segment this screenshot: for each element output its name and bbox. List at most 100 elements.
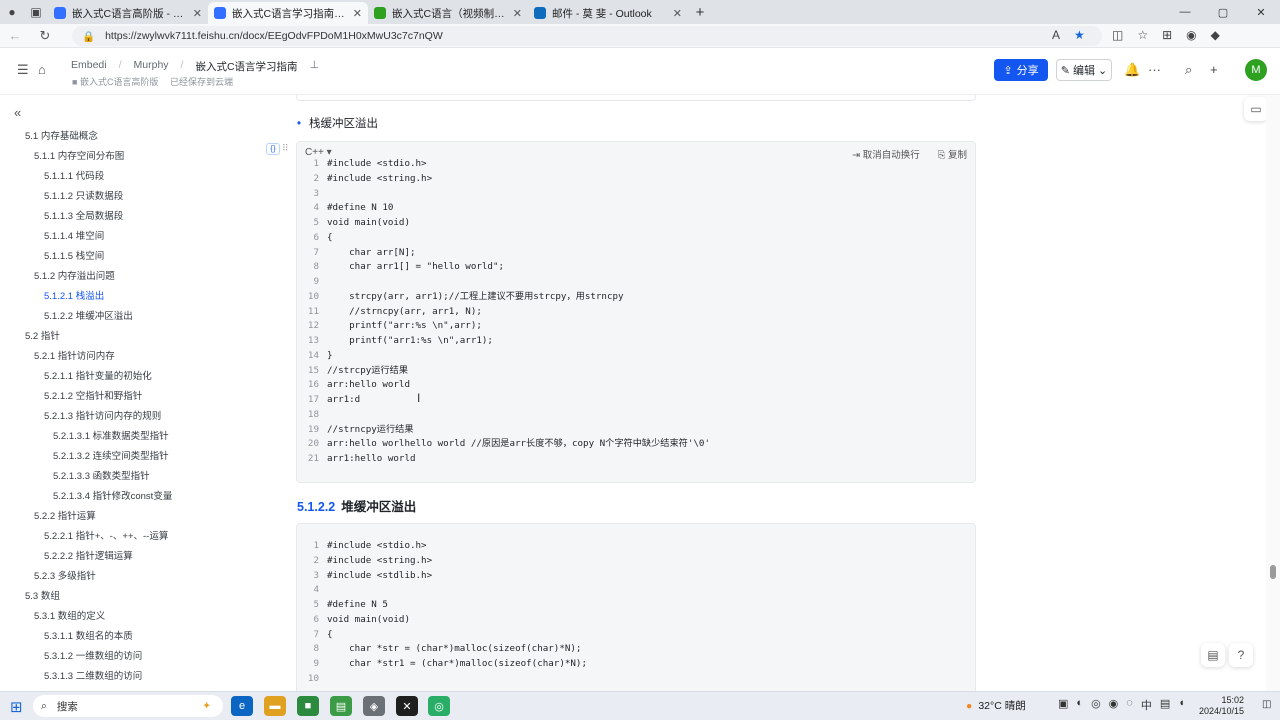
collapse-sidebar-icon[interactable]: « — [14, 105, 21, 120]
share-button[interactable]: ⇪ 分享 — [994, 59, 1048, 81]
code-block[interactable]: C++ ▾ ⇥ 取消自动换行 ⎘ 复制 1 #include <stdio.h> 2… — [296, 141, 976, 483]
extensions-icon[interactable]: ◉ — [1186, 28, 1196, 42]
wechat-icon[interactable]: ◎ — [428, 696, 450, 716]
toc-item[interactable]: 5.3.1.3 二维数组的访问 — [0, 667, 260, 687]
browser-tab[interactable]: 嵌入式C语言（视频制作） - 飞书 ✕ — [368, 2, 528, 24]
close-tab-icon[interactable]: ✕ — [353, 7, 362, 20]
notification-center-icon[interactable]: ◫ — [1262, 699, 1271, 710]
tray-icon[interactable]: ◐ — [1076, 697, 1083, 713]
code-block[interactable]: 1 #include <stdio.h> 2 #include <string.h> 3… — [296, 523, 976, 691]
toc-item[interactable]: 5.2.2 指针运算 — [0, 507, 260, 527]
code-block-badge-icon[interactable]: {} — [266, 143, 280, 155]
browser-tab[interactable]: 嵌入式C语言高阶版 - 飞书云文档 ✕ — [48, 2, 208, 24]
toc-item[interactable]: 5.1.1.1 代码段 — [0, 167, 260, 187]
weather-widget[interactable]: ● 32°C 晴朗 — [966, 698, 1026, 713]
browser-tab[interactable]: 邮件 - 莫 斐 - Outlook ✕ — [528, 2, 688, 24]
scrollbar[interactable] — [1266, 95, 1280, 691]
toc-item[interactable]: 5.2.1.3.2 连续空间类型指针 — [0, 447, 260, 467]
url-field[interactable]: 🔒 https://zwylwvk711t.feishu.cn/docx/EEg… — [72, 26, 1102, 46]
ime-indicator[interactable]: 中 — [1141, 697, 1152, 713]
menu-toggle-icon[interactable]: ☰ — [17, 62, 29, 78]
read-aloud-icon[interactable]: A — [1052, 28, 1060, 42]
toc-item[interactable]: 5.1.2 内存溢出问题 — [0, 267, 260, 287]
code-line: 2 #include <string.h> — [297, 172, 975, 187]
line-number: 19 — [307, 423, 319, 435]
app-icon-6[interactable]: ✕ — [396, 696, 418, 716]
code-line: 7 char arr[N]; — [297, 246, 975, 261]
toc-item[interactable]: 5.2.1.1 指针变量的初始化 — [0, 367, 260, 387]
toc-item[interactable]: 5.1.1 内存空间分布图 — [0, 147, 260, 167]
code-line: 16 arr:hello world — [297, 378, 975, 393]
doc-outline-icon[interactable]: ▤ — [1201, 643, 1225, 667]
tray-icon[interactable]: ◎ — [1091, 697, 1101, 713]
close-tab-icon[interactable]: ✕ — [513, 7, 522, 20]
tray-icon[interactable]: ◉ — [1109, 697, 1119, 713]
clock[interactable]: 15:02 2024/10/15 — [1196, 695, 1244, 717]
notification-bell-icon[interactable]: 🔔 — [1124, 62, 1140, 78]
tray-icon[interactable]: ▣ — [1058, 697, 1068, 713]
network-icon[interactable]: ▤ — [1160, 697, 1170, 713]
close-window-icon[interactable]: ✕ — [1242, 0, 1280, 24]
toc-item[interactable]: 5.3.1.1 数组名的本质 — [0, 627, 260, 647]
toc-item[interactable]: 5.2.1.3.3 函数类型指针 — [0, 467, 260, 487]
breadcrumb-item[interactable]: Murphy — [134, 59, 169, 74]
copilot-icon[interactable]: ◆ — [1211, 28, 1220, 42]
toc-item[interactable]: 5.2.2.2 指针逻辑运算 — [0, 547, 260, 567]
maximize-icon[interactable]: ▢ — [1204, 0, 1242, 24]
toc-item[interactable]: 5.2 指针 — [0, 327, 260, 347]
toc-item[interactable]: 5.1.1.3 全局数据段 — [0, 207, 260, 227]
toc-item[interactable]: 5.1.2.2 堆缓冲区溢出 — [0, 307, 260, 327]
add-icon[interactable]: + — [1210, 62, 1218, 77]
windows-start-icon[interactable]: ⊞ — [10, 698, 23, 716]
comment-icon[interactable]: ▭ — [1244, 97, 1268, 121]
toc-item[interactable]: 5.1.1.5 栈空间 — [0, 247, 260, 267]
close-tab-icon[interactable]: ✕ — [673, 7, 682, 20]
favorite-star-icon[interactable]: ★ — [1074, 28, 1085, 42]
toc-item[interactable]: 5.2.1.3 指针访问内存的规则 — [0, 407, 260, 427]
toc-item[interactable]: 5.1.1.2 只读数据段 — [0, 187, 260, 207]
tab-actions-icon[interactable]: ▣ — [24, 0, 48, 24]
drag-handle-icon[interactable]: ⠿ — [282, 143, 289, 154]
collections-icon[interactable]: ⊞ — [1162, 28, 1172, 42]
help-icon[interactable]: ? — [1229, 643, 1253, 667]
toc-item[interactable]: 5.2.1.3.4 指针修改const变量 — [0, 487, 260, 507]
toc-item[interactable]: 5.1.2.1 栈溢出 — [0, 287, 260, 307]
minimize-icon[interactable]: — — [1166, 0, 1204, 24]
app-icon-3[interactable]: ■ — [297, 696, 319, 716]
new-tab-button[interactable]: + — [688, 4, 712, 21]
app-icon-5[interactable]: ◈ — [363, 696, 385, 716]
scrollbar-thumb[interactable] — [1270, 565, 1276, 579]
more-icon[interactable]: ··· — [1148, 62, 1161, 77]
toc-item[interactable]: 5.3 数组 — [0, 587, 260, 607]
breadcrumb-current[interactable]: 嵌入式C语言学习指南 — [195, 59, 297, 74]
toc-item[interactable]: 5.3.1.2 一维数组的访问 — [0, 647, 260, 667]
refresh-icon[interactable]: ↻ — [30, 28, 60, 44]
toc-item[interactable]: 5.2.1.2 空指针和野指针 — [0, 387, 260, 407]
close-tab-icon[interactable]: ✕ — [193, 7, 202, 20]
toc-item[interactable]: 5.1 内存基础概念 — [0, 127, 260, 147]
edit-button[interactable]: ✎ 编辑 ⌄ — [1056, 59, 1112, 81]
toc-item[interactable]: 5.2.2.1 指针+、-、++、--运算 — [0, 527, 260, 547]
toc-item[interactable]: 5.1.1.4 堆空间 — [0, 227, 260, 247]
edge-app-icon[interactable]: e — [231, 696, 253, 716]
tray-icon[interactable]: ◌ — [1126, 697, 1133, 713]
split-screen-icon[interactable]: ◫ — [1112, 28, 1123, 42]
search-icon[interactable]: ⌕ — [1185, 62, 1192, 78]
profile-icon[interactable]: ● — [0, 0, 24, 24]
volume-icon[interactable]: ◖ — [1178, 697, 1185, 713]
avatar[interactable]: M — [1245, 59, 1267, 81]
pin-icon[interactable]: ⊥ — [310, 59, 319, 74]
home-icon[interactable]: ⌂ — [38, 62, 46, 77]
taskbar-search[interactable]: ⌕ 搜索 ✦ — [33, 695, 223, 717]
toc-item[interactable]: 5.3.1 数组的定义 — [0, 607, 260, 627]
toc-item[interactable]: 5.2.1.3.1 标准数据类型指针 — [0, 427, 260, 447]
app-icon-4[interactable]: ▤ — [330, 696, 352, 716]
browser-tab[interactable]: 嵌入式C语言学习指南 - 飞书云文档 ✕ — [208, 2, 368, 24]
toc-item[interactable]: 5.2.1 指针访问内存 — [0, 347, 260, 367]
code-text: arr1:hello world — [327, 453, 416, 464]
breadcrumb-item[interactable]: Embedi — [71, 59, 107, 74]
file-explorer-icon[interactable]: ▬ — [264, 696, 286, 716]
back-icon[interactable]: ← — [0, 28, 30, 43]
toc-item[interactable]: 5.2.3 多级指针 — [0, 567, 260, 587]
favorites-icon[interactable]: ☆ — [1137, 28, 1148, 42]
